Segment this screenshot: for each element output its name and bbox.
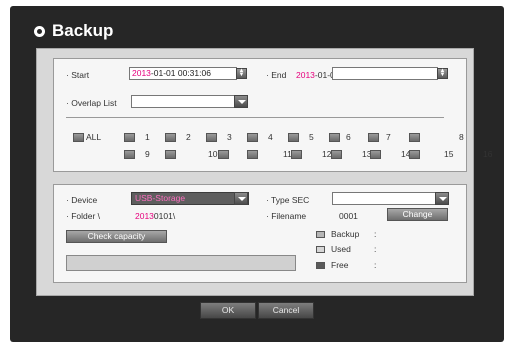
end-datetime-field[interactable] — [332, 67, 438, 80]
end-spinner[interactable]: ▲ ▼ — [437, 68, 448, 79]
backup-icon — [34, 26, 45, 37]
device-select[interactable]: USB-Storage — [131, 192, 249, 205]
legend-value: : — [374, 229, 377, 239]
channel-16-checkbox[interactable] — [409, 150, 420, 159]
start-datetime-field[interactable]: 2013-01-01 00:31:06 — [129, 67, 237, 80]
channel-11-checkbox[interactable] — [218, 150, 229, 159]
channel-label: 7 — [386, 132, 391, 142]
legend-label: Used — [331, 244, 351, 254]
channel-3-checkbox[interactable] — [206, 133, 217, 142]
folder-value: 20130101\ — [135, 211, 176, 221]
capacity-bar — [66, 255, 296, 271]
free-legend-swatch — [316, 262, 325, 269]
dialog-title: Backup — [52, 21, 114, 40]
channel-label: 9 — [145, 149, 150, 159]
backup-legend-swatch — [316, 231, 325, 238]
channel-all-label: ALL — [86, 132, 102, 142]
channel-label: 1 — [145, 132, 150, 142]
channel-label: 16 — [483, 149, 493, 159]
legend-label: Free — [331, 260, 349, 270]
channel-label: 3 — [227, 132, 232, 142]
channel-13-checkbox[interactable] — [291, 150, 302, 159]
device-label: · Device — [66, 195, 98, 205]
used-legend-swatch — [316, 246, 325, 253]
channel-9-checkbox[interactable] — [124, 150, 135, 159]
check-capacity-button[interactable]: Check capacity — [66, 230, 167, 243]
channel-label: 4 — [268, 132, 273, 142]
channel-7-checkbox[interactable] — [368, 133, 379, 142]
ok-button[interactable]: OK — [200, 302, 256, 319]
type-select[interactable] — [332, 192, 436, 205]
type-label: · Type SEC — [266, 195, 310, 205]
channel-label: 6 — [346, 132, 351, 142]
folder-label: · Folder \ — [66, 211, 101, 221]
change-button[interactable]: Change — [387, 208, 448, 221]
channel-1-checkbox[interactable] — [124, 133, 135, 142]
legend-label: Backup — [331, 229, 360, 239]
start-label: · Start — [66, 70, 90, 80]
channel-label: 8 — [459, 132, 464, 142]
end-label: · End — [266, 70, 287, 80]
channel-15-checkbox[interactable] — [370, 150, 381, 159]
channel-12-checkbox[interactable] — [247, 150, 258, 159]
overlap-dropdown-icon[interactable] — [234, 95, 248, 108]
channel-5-checkbox[interactable] — [288, 133, 299, 142]
channel-6-checkbox[interactable] — [329, 133, 340, 142]
channel-4-checkbox[interactable] — [247, 133, 258, 142]
channel-10-checkbox[interactable] — [165, 150, 176, 159]
legend-value: : — [374, 244, 377, 254]
channel-14-checkbox[interactable] — [331, 150, 342, 159]
channel-label: 15 — [444, 149, 454, 159]
filename-label: · Filename — [266, 211, 307, 221]
channel-all-checkbox[interactable] — [73, 133, 84, 142]
divider — [66, 117, 444, 118]
cancel-button[interactable]: Cancel — [258, 302, 314, 319]
device-dropdown-icon[interactable] — [234, 192, 248, 205]
overlap-list-select[interactable] — [131, 95, 235, 108]
type-dropdown-icon[interactable] — [435, 192, 449, 205]
channel-label: 5 — [309, 132, 314, 142]
overlap-list-label: · Overlap List — [66, 98, 117, 108]
channel-2-checkbox[interactable] — [165, 133, 176, 142]
channel-8-checkbox[interactable] — [409, 133, 420, 142]
channel-label: 2 — [186, 132, 191, 142]
filename-value: 0001 — [339, 211, 358, 221]
channel-label: 10 — [208, 149, 218, 159]
legend-value: : — [374, 260, 377, 270]
start-spinner[interactable]: ▲ ▼ — [236, 68, 247, 79]
